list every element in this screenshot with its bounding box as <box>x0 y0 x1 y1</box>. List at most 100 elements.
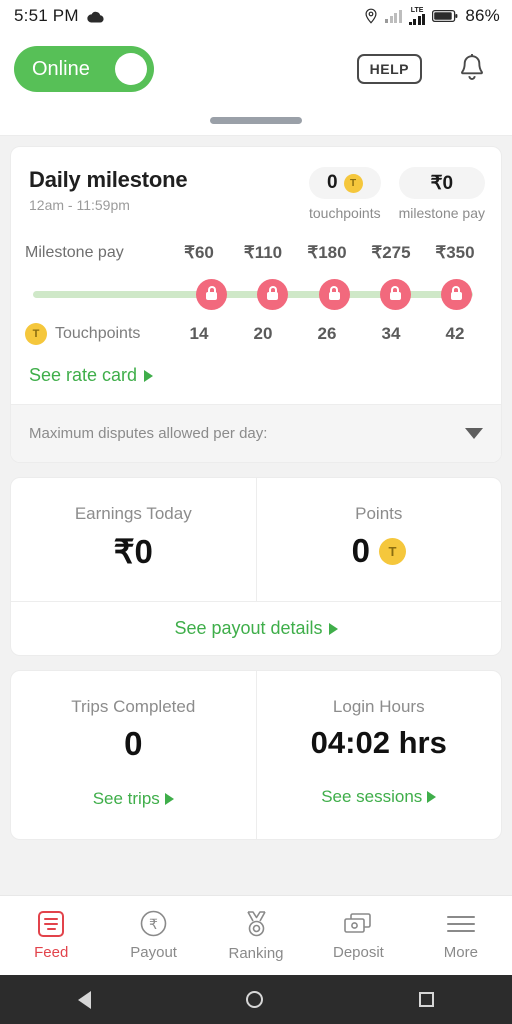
online-status-toggle[interactable]: Online <box>14 46 154 92</box>
chevron-right-icon <box>427 791 437 803</box>
nav-item-payout[interactable]: ₹ Payout <box>102 910 204 961</box>
see-rate-card-label: See rate card <box>29 365 138 385</box>
nav-item-more[interactable]: More <box>410 911 512 961</box>
status-bar-time: 5:51 PM <box>14 6 79 25</box>
milestone-nodes <box>25 271 487 317</box>
signal-strong-icon: LTE <box>408 7 426 25</box>
help-button[interactable]: HELP <box>356 54 422 84</box>
pay-tier-value: ₹275 <box>371 243 411 262</box>
see-trips-link[interactable]: See trips <box>21 789 246 809</box>
chevron-right-icon <box>328 622 338 635</box>
chevron-right-icon <box>144 369 154 382</box>
earnings-today-metric: Earnings Today ₹0 <box>11 478 256 601</box>
chevron-right-icon <box>164 793 174 805</box>
recents-square-icon[interactable] <box>419 992 435 1007</box>
touchpoint-threshold-values: 14 20 26 34 42 <box>167 324 487 344</box>
pay-tier-value: ₹110 <box>243 243 283 262</box>
login-hours-value: 04:02 hrs <box>310 725 447 760</box>
touchpoint-tier-value: 26 <box>317 324 337 343</box>
pay-tier-value: ₹180 <box>307 243 347 262</box>
feed-scroll-area[interactable]: Daily milestone 12am - 11:59pm 0 T touch… <box>0 136 512 840</box>
milestone-progress-section: Milestone pay ₹60 ₹110 ₹180 ₹275 ₹350 T … <box>11 225 501 349</box>
battery-percent-label: 86% <box>465 6 500 25</box>
points-metric: Points 0 T <box>255 478 502 601</box>
see-sessions-link[interactable]: See sessions <box>267 787 492 807</box>
earnings-today-label: Earnings Today <box>74 504 192 523</box>
trips-hours-row: Trips Completed 0 See trips Login Hours … <box>11 671 501 839</box>
nav-label-ranking: Ranking <box>228 944 284 962</box>
network-type-label: LTE <box>410 7 424 14</box>
nav-label-payout: Payout <box>130 944 177 961</box>
max-disputes-label: Maximum disputes allowed per day: <box>29 425 268 442</box>
pay-tier-value: ₹350 <box>435 243 475 262</box>
touchpoints-row-label: Touchpoints <box>55 325 141 342</box>
medal-icon <box>246 910 266 936</box>
nav-label-feed: Feed <box>34 943 69 961</box>
touchpoints-row-label-group: T Touchpoints <box>25 323 167 345</box>
milestone-header: Daily milestone 12am - 11:59pm 0 T touch… <box>11 147 501 225</box>
feed-icon <box>38 910 65 937</box>
milestone-pay-caption: milestone pay <box>398 205 485 221</box>
touchpoint-tier-value: 34 <box>381 324 401 343</box>
see-rate-card-link[interactable]: See rate card <box>11 349 501 404</box>
hamburger-icon <box>446 911 475 937</box>
lock-icon <box>268 285 277 293</box>
milestone-time-range: 12am - 11:59pm <box>29 197 130 213</box>
nav-label-deposit: Deposit <box>332 943 384 961</box>
cloud-icon <box>87 11 104 23</box>
touchpoint-coin-icon: T <box>25 323 47 345</box>
battery-icon <box>432 9 458 23</box>
milestone-pay-row: Milestone pay ₹60 ₹110 ₹180 ₹275 ₹350 <box>25 243 487 263</box>
toggle-knob <box>115 53 147 85</box>
milestone-node-locked[interactable] <box>318 278 350 310</box>
see-sessions-label: See sessions <box>321 787 423 806</box>
max-disputes-dropdown[interactable]: Maximum disputes allowed per day: <box>11 404 501 462</box>
touchpoint-tier-value: 42 <box>445 324 465 343</box>
login-hours-metric: Login Hours 04:02 hrs See sessions <box>255 671 502 839</box>
touchpoints-value: 0 <box>327 172 338 193</box>
earnings-today-value: ₹0 <box>113 533 153 570</box>
daily-milestone-card: Daily milestone 12am - 11:59pm 0 T touch… <box>10 146 502 463</box>
earnings-points-card: Earnings Today ₹0 Points 0 T See payout … <box>10 477 502 656</box>
milestone-node-locked[interactable] <box>257 278 289 310</box>
points-label: Points <box>355 504 403 523</box>
touchpoint-tier-value: 14 <box>189 324 209 343</box>
bell-icon[interactable] <box>456 52 488 86</box>
home-circle-icon[interactable] <box>246 991 264 1008</box>
location-pin-icon <box>365 8 377 24</box>
nav-item-ranking[interactable]: Ranking <box>205 910 307 962</box>
touchpoint-tier-value: 20 <box>253 324 273 343</box>
drag-handle[interactable] <box>210 117 302 124</box>
milestone-pay-values: ₹60 ₹110 ₹180 ₹275 ₹350 <box>167 243 487 263</box>
pay-tier-value: ₹60 <box>184 243 214 262</box>
online-toggle-label: Online <box>32 57 90 80</box>
milestone-node-locked[interactable] <box>440 278 472 310</box>
milestone-progress-track <box>25 271 487 317</box>
status-bar-left: 5:51 PM <box>14 6 104 26</box>
app-screen: 5:51 PM LTE 86% Online HELP Daily milest… <box>0 0 512 1024</box>
milestone-node-locked[interactable] <box>379 278 411 310</box>
milestone-node-locked[interactable] <box>196 278 228 310</box>
milestone-pay-stat: ₹0 milestone pay <box>398 167 485 221</box>
earnings-points-row: Earnings Today ₹0 Points 0 T <box>11 478 501 601</box>
nav-item-deposit[interactable]: Deposit <box>307 911 409 961</box>
milestone-pay-value: ₹0 <box>430 172 454 194</box>
nav-item-feed[interactable]: Feed <box>0 910 102 961</box>
signal-weak-icon <box>385 9 402 23</box>
svg-text:₹: ₹ <box>149 916 158 932</box>
app-header: Online HELP <box>0 32 512 106</box>
points-value-group: 0 T <box>267 532 492 570</box>
touchpoint-coin-icon: T <box>343 173 363 193</box>
rupee-circle-icon: ₹ <box>140 910 167 937</box>
bottom-sheet-drag-area[interactable] <box>0 106 512 136</box>
touchpoint-coin-icon: T <box>378 537 406 565</box>
bottom-navigation: Feed ₹ Payout Ranking Deposit More <box>0 895 512 975</box>
touchpoints-pill: 0 T <box>309 167 381 199</box>
milestone-pay-row-label: Milestone pay <box>25 244 124 261</box>
milestone-summary-stats: 0 T touchpoints ₹0 milestone pay <box>309 167 485 221</box>
trips-completed-label: Trips Completed <box>71 697 196 716</box>
see-payout-details-link[interactable]: See payout details <box>11 601 501 655</box>
status-bar: 5:51 PM LTE 86% <box>0 0 512 32</box>
back-triangle-icon[interactable] <box>77 990 91 1009</box>
nav-label-more: More <box>443 943 478 961</box>
